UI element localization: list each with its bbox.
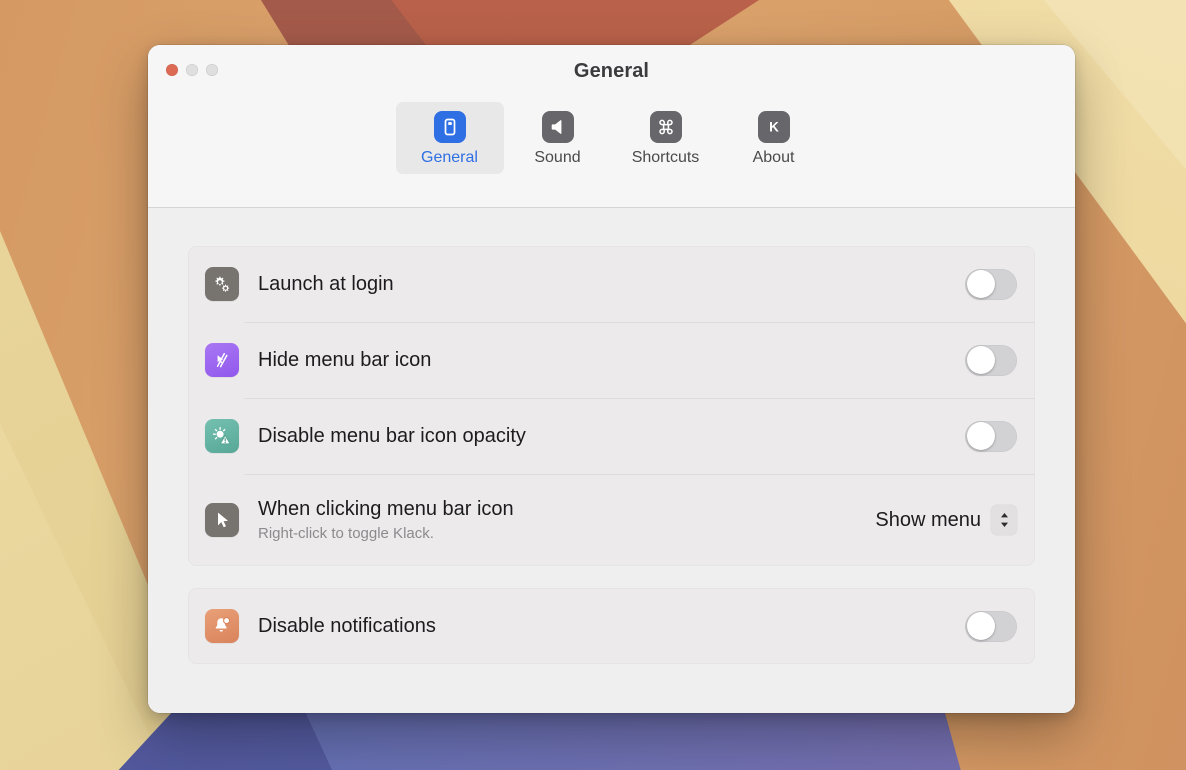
setting-row-disable-menu-bar-icon-opacity-text: Disable menu bar icon opacity — [258, 424, 965, 449]
speaker-icon — [542, 111, 574, 143]
tab-shortcuts-label: Shortcuts — [632, 150, 700, 166]
tab-about[interactable]: K About — [720, 102, 828, 174]
window-titlebar: General General — [148, 45, 1075, 208]
slash-cursor-icon — [205, 343, 239, 377]
setting-row-disable-notifications-text: Disable notifications — [258, 614, 965, 639]
bell-badge-icon — [205, 609, 239, 643]
toggle-disable-menu-bar-icon-opacity[interactable] — [965, 421, 1017, 452]
popup-when-clicking-menu-bar-icon[interactable]: Show menu — [875, 505, 1017, 535]
toggle-knob — [967, 422, 995, 450]
popup-selected-value: Show menu — [875, 509, 981, 532]
setting-row-disable-menu-bar-icon-opacity[interactable]: Disable menu bar icon opacity — [188, 398, 1035, 474]
svg-text:K: K — [769, 120, 779, 135]
toggle-knob — [967, 270, 995, 298]
tab-general[interactable]: General — [396, 102, 504, 174]
window-title: General — [148, 60, 1075, 83]
setting-label: Disable menu bar icon opacity — [258, 424, 965, 449]
chevron-up-down-icon[interactable] — [991, 505, 1017, 535]
toggle-knob — [967, 346, 995, 374]
cursor-arrow-icon — [205, 503, 239, 537]
toggle-launch-at-login[interactable] — [965, 269, 1017, 300]
setting-row-disable-notifications[interactable]: Disable notifications — [188, 588, 1035, 664]
menu-bar-icon — [434, 111, 466, 143]
setting-row-launch-at-login[interactable]: Launch at login — [188, 246, 1035, 322]
toggle-disable-notifications[interactable] — [965, 611, 1017, 642]
toolbar-tabs: General Sound — [148, 102, 1075, 174]
tab-general-label: General — [421, 150, 478, 166]
gears-icon — [205, 267, 239, 301]
setting-label: Hide menu bar icon — [258, 348, 965, 373]
setting-row-launch-at-login-text: Launch at login — [258, 272, 965, 297]
toggle-knob — [967, 612, 995, 640]
settings-content: Launch at login — [148, 208, 1075, 713]
setting-row-hide-menu-bar-icon[interactable]: Hide menu bar icon — [188, 322, 1035, 398]
tab-sound-label: Sound — [534, 150, 580, 166]
setting-row-when-clicking-menu-bar-icon-text: When clicking menu bar icon Right-click … — [258, 497, 875, 544]
setting-label: When clicking menu bar icon — [258, 497, 875, 522]
settings-group-primary: Launch at login — [188, 246, 1035, 566]
letter-k-icon: K — [758, 111, 790, 143]
command-icon — [650, 111, 682, 143]
tab-about-label: About — [753, 150, 795, 166]
setting-label: Launch at login — [258, 272, 965, 297]
desktop-wallpaper: General General — [0, 0, 1186, 770]
tab-sound[interactable]: Sound — [504, 102, 612, 174]
preferences-window: General General — [148, 45, 1075, 713]
toggle-hide-menu-bar-icon[interactable] — [965, 345, 1017, 376]
settings-group-notifications: Disable notifications — [188, 588, 1035, 664]
setting-label: Disable notifications — [258, 614, 965, 639]
sun-warning-icon — [205, 419, 239, 453]
tab-shortcuts[interactable]: Shortcuts — [612, 102, 720, 174]
setting-sublabel: Right-click to toggle Klack. — [258, 525, 875, 544]
setting-row-when-clicking-menu-bar-icon[interactable]: When clicking menu bar icon Right-click … — [188, 474, 1035, 566]
setting-row-hide-menu-bar-icon-text: Hide menu bar icon — [258, 348, 965, 373]
